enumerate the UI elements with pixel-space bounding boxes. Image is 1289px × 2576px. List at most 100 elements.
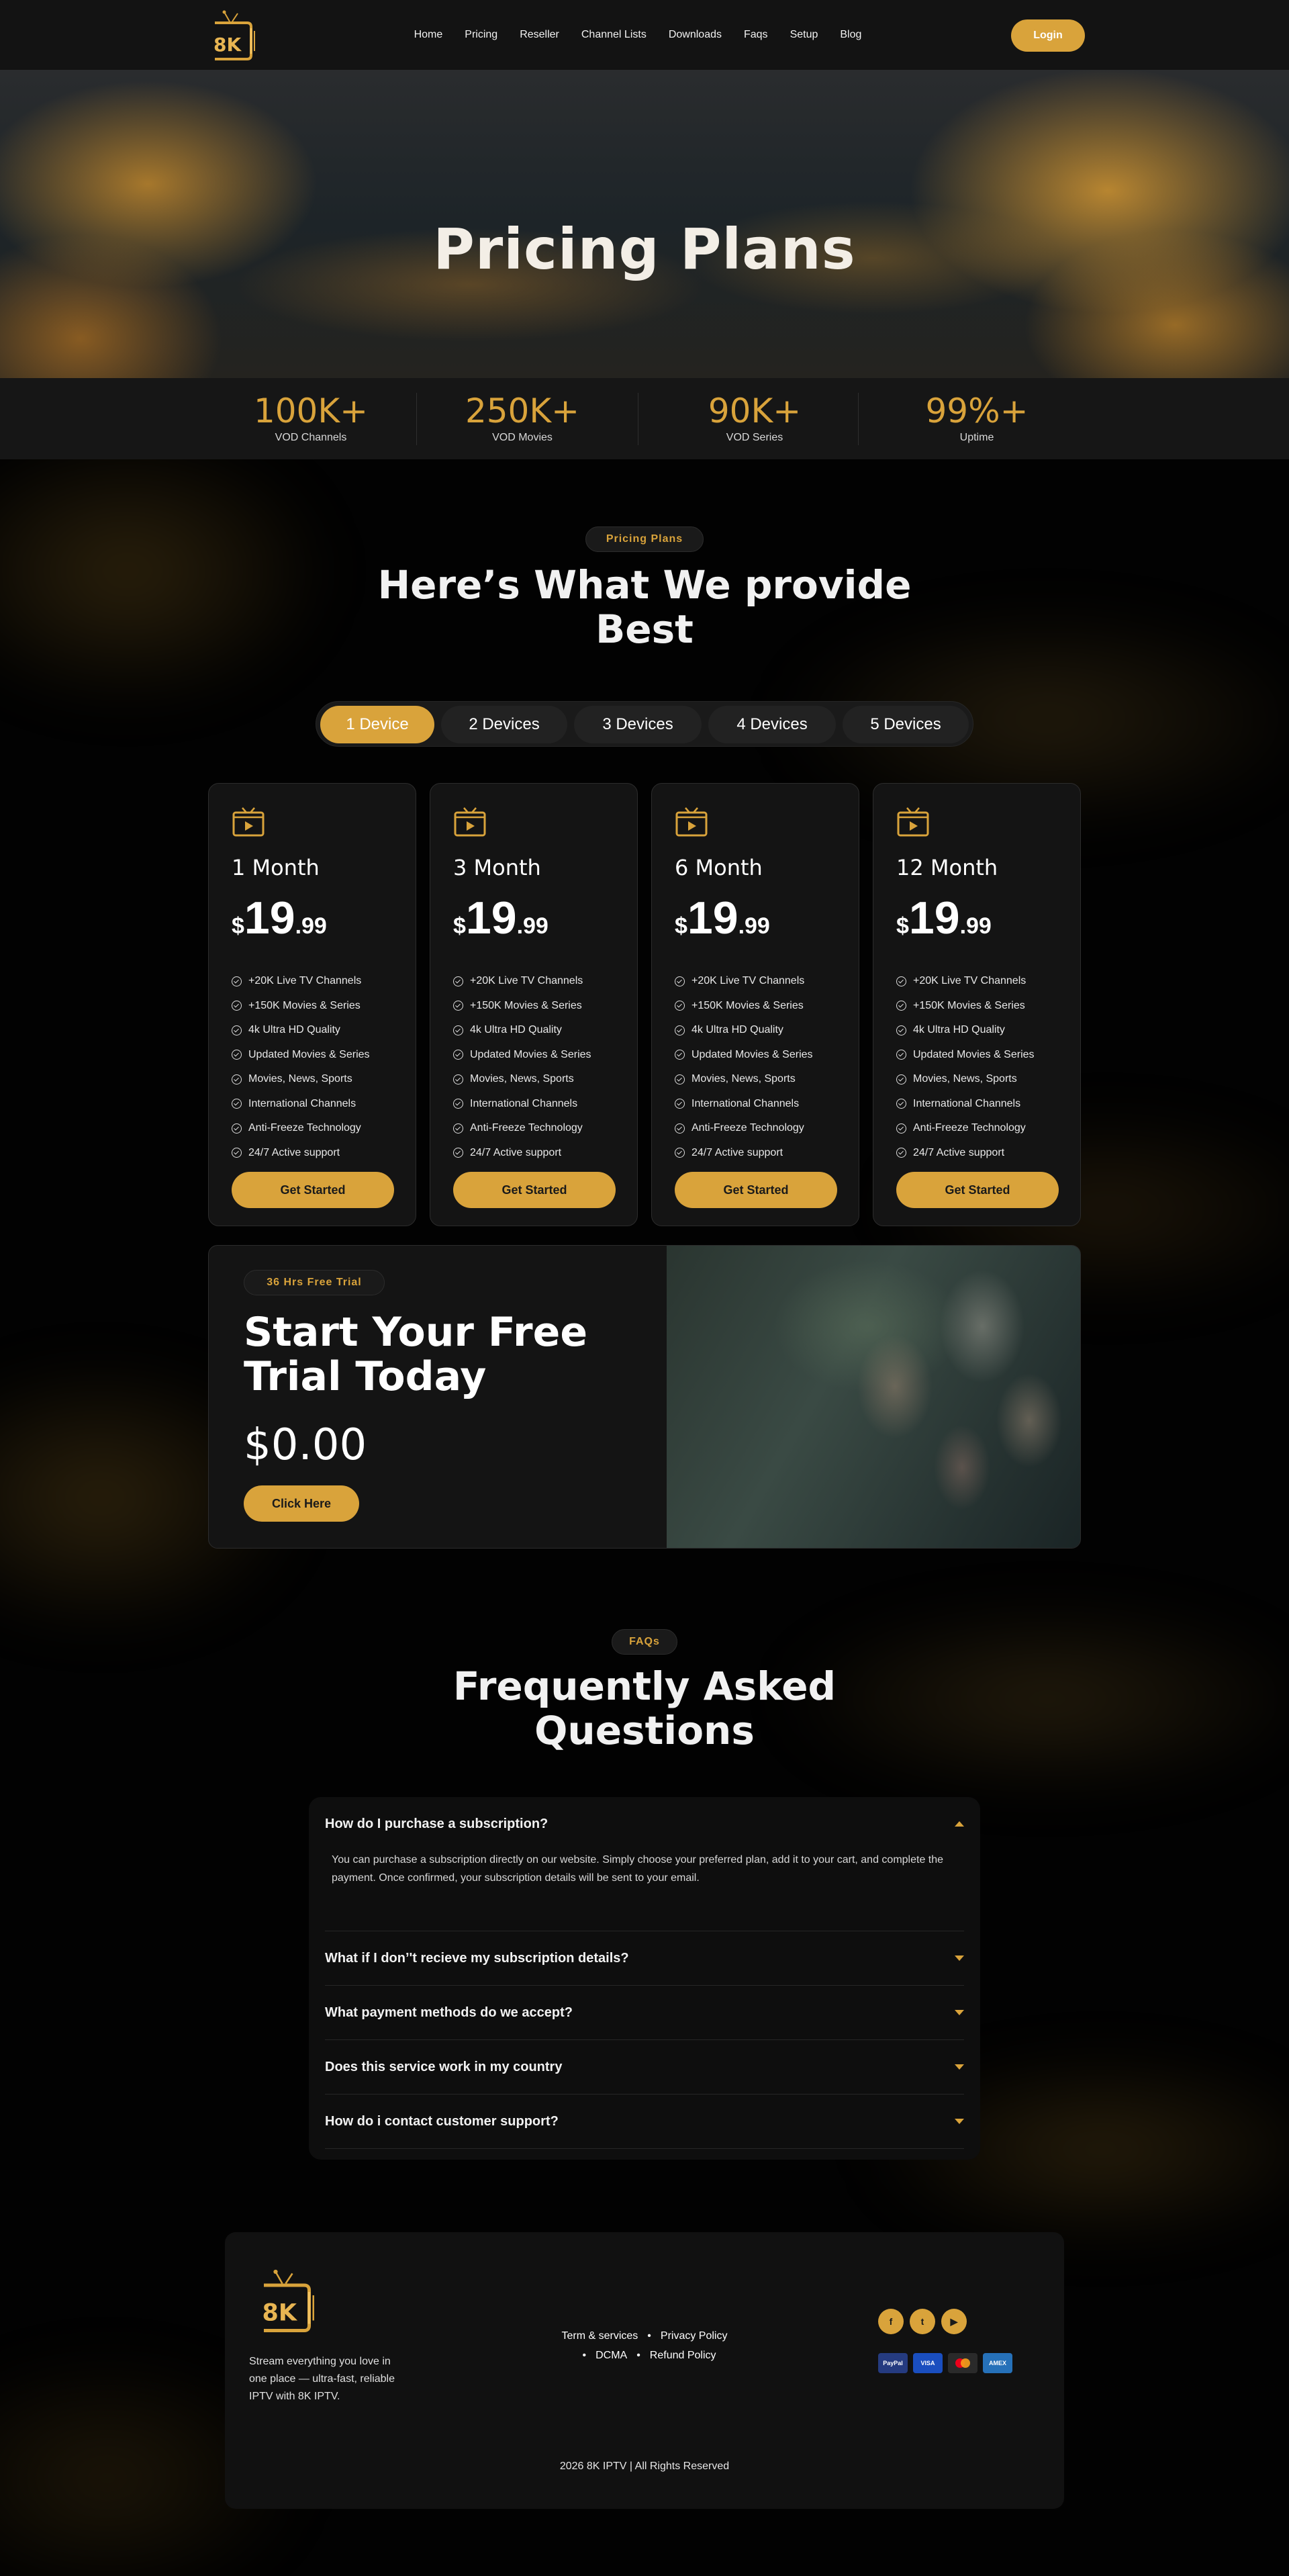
- check-circle-icon: [896, 1123, 906, 1134]
- nav-link-downloads[interactable]: Downloads: [669, 29, 722, 41]
- title-line: Questions: [534, 1708, 755, 1753]
- nav-link-home[interactable]: Home: [414, 29, 443, 41]
- footer-link-privacy[interactable]: Privacy Policy: [661, 2330, 728, 2342]
- get-started-button[interactable]: Get Started: [232, 1172, 394, 1208]
- feature-text: +20K Live TV Channels: [691, 975, 805, 987]
- pricing-card: 12 Month $ 19 .99 +20K Live TV Channels +…: [873, 783, 1081, 1226]
- nav-link-faqs[interactable]: Faqs: [744, 29, 768, 41]
- footer-links: Term & services • Privacy Policy • DCMA • Ref…: [530, 2326, 759, 2365]
- feature-text: Movies, News, Sports: [248, 1073, 352, 1085]
- check-circle-icon: [232, 976, 242, 986]
- logo-8k-tv[interactable]: 8K: [209, 9, 258, 63]
- nav-link-pricing[interactable]: Pricing: [465, 29, 497, 41]
- price-integer: 19: [465, 892, 517, 944]
- check-circle-icon: [896, 1148, 906, 1158]
- check-circle-icon: [453, 1074, 463, 1085]
- top-navbar: Home Pricing Reseller Channel Lists Down…: [0, 0, 1289, 70]
- footer-link-terms[interactable]: Term & services: [562, 2330, 638, 2342]
- check-circle-icon: [675, 1001, 685, 1011]
- nav-link-channel-lists[interactable]: Channel Lists: [581, 29, 647, 41]
- tab-2-devices[interactable]: 2 Devices: [441, 706, 567, 743]
- facebook-icon[interactable]: f: [878, 2309, 904, 2334]
- feature-item: International Channels: [675, 1092, 813, 1117]
- tab-3-devices[interactable]: 3 Devices: [574, 706, 702, 743]
- feature-item: Movies, News, Sports: [453, 1067, 591, 1092]
- feature-item: +150K Movies & Series: [232, 994, 370, 1019]
- twitter-icon[interactable]: t: [910, 2309, 935, 2334]
- faq-question-text: How do I purchase a subscription?: [325, 1816, 548, 1831]
- stat-label: Uptime: [959, 432, 994, 443]
- chevron-down-icon: [955, 2010, 964, 2015]
- faq-question[interactable]: What if I don’'t recieve my subscription…: [325, 1931, 964, 1985]
- footer-logo-8k-tv[interactable]: 8K: [257, 2268, 318, 2336]
- feature-text: Anti-Freeze Technology: [913, 1122, 1026, 1134]
- check-circle-icon: [232, 1099, 242, 1109]
- feature-item: Anti-Freeze Technology: [896, 1116, 1035, 1141]
- check-circle-icon: [896, 1001, 906, 1011]
- faq-item: How do i contact customer support?: [325, 2095, 964, 2149]
- footer: 8K Stream everything you love in one pla…: [225, 2232, 1064, 2509]
- price-integer: 19: [244, 892, 295, 944]
- faq-question[interactable]: What payment methods do we accept?: [325, 1986, 964, 2039]
- tab-1-device[interactable]: 1 Device: [320, 706, 434, 743]
- feature-list: +20K Live TV Channels +150K Movies & Seri…: [675, 969, 813, 1165]
- free-trial-title: Start Your Free Trial Today: [244, 1310, 620, 1399]
- tab-4-devices[interactable]: 4 Devices: [708, 706, 836, 743]
- tv-play-icon: [454, 807, 486, 837]
- price-decimal: .99: [295, 913, 327, 939]
- feature-text: 4k Ultra HD Quality: [470, 1024, 562, 1036]
- login-button[interactable]: Login: [1011, 19, 1085, 52]
- faq-question[interactable]: How do i contact customer support?: [325, 2095, 964, 2148]
- faq-question-text: Does this service work in my country: [325, 2059, 563, 2074]
- stat-divider: [416, 393, 417, 445]
- feature-text: Movies, News, Sports: [470, 1073, 574, 1085]
- feature-text: Updated Movies & Series: [470, 1048, 591, 1060]
- feature-item: +20K Live TV Channels: [453, 969, 591, 994]
- get-started-button[interactable]: Get Started: [675, 1172, 837, 1208]
- feature-item: Movies, News, Sports: [232, 1067, 370, 1092]
- price-currency: $: [453, 913, 466, 939]
- plan-period: 1 Month: [232, 855, 320, 880]
- feature-text: +150K Movies & Series: [248, 999, 361, 1011]
- price-integer: 19: [687, 892, 738, 944]
- faq-section-title: Frequently Asked Questions: [0, 1664, 1289, 1753]
- movie-poster-image: [667, 1246, 1080, 1548]
- faq-question[interactable]: How do I purchase a subscription?: [325, 1797, 964, 1851]
- youtube-icon[interactable]: ▶: [941, 2309, 967, 2334]
- get-started-button[interactable]: Get Started: [453, 1172, 616, 1208]
- feature-item: 4k Ultra HD Quality: [675, 1018, 813, 1043]
- feature-item: Anti-Freeze Technology: [232, 1116, 370, 1141]
- click-here-button[interactable]: Click Here: [244, 1485, 359, 1522]
- free-trial-price: $0.00: [244, 1420, 367, 1470]
- faq-item: What payment methods do we accept?: [325, 1986, 964, 2040]
- feature-text: Anti-Freeze Technology: [691, 1122, 804, 1134]
- feature-item: Updated Movies & Series: [896, 1043, 1035, 1068]
- plan-price: $ 19 .99: [675, 891, 770, 945]
- footer-link-refund[interactable]: Refund Policy: [650, 2350, 716, 2361]
- tv-play-icon: [897, 807, 929, 837]
- check-circle-icon: [675, 1148, 685, 1158]
- stat-vod-channels: 100K+ VOD Channels: [210, 392, 412, 444]
- nav-link-setup[interactable]: Setup: [790, 29, 818, 41]
- tv-play-icon: [232, 807, 265, 837]
- feature-text: 4k Ultra HD Quality: [248, 1024, 340, 1036]
- faq-item: Does this service work in my country: [325, 2040, 964, 2095]
- stat-value: 90K+: [708, 392, 802, 430]
- feature-text: International Channels: [470, 1097, 578, 1109]
- faq-question[interactable]: Does this service work in my country: [325, 2040, 964, 2094]
- footer-link-dcma[interactable]: DCMA: [595, 2350, 627, 2361]
- price-decimal: .99: [959, 913, 992, 939]
- feature-text: +20K Live TV Channels: [470, 975, 583, 987]
- price-currency: $: [896, 913, 909, 939]
- check-circle-icon: [896, 976, 906, 986]
- nav-link-reseller[interactable]: Reseller: [520, 29, 559, 41]
- check-circle-icon: [232, 1123, 242, 1134]
- feature-item: 4k Ultra HD Quality: [453, 1018, 591, 1043]
- nav-link-blog[interactable]: Blog: [840, 29, 861, 41]
- stats-bar: 100K+ VOD Channels 250K+ VOD Movies 90K+…: [0, 378, 1289, 459]
- check-circle-icon: [675, 1025, 685, 1036]
- paypal-icon: PayPal: [878, 2353, 908, 2373]
- get-started-button[interactable]: Get Started: [896, 1172, 1059, 1208]
- feature-item: 4k Ultra HD Quality: [896, 1018, 1035, 1043]
- tab-5-devices[interactable]: 5 Devices: [843, 706, 969, 743]
